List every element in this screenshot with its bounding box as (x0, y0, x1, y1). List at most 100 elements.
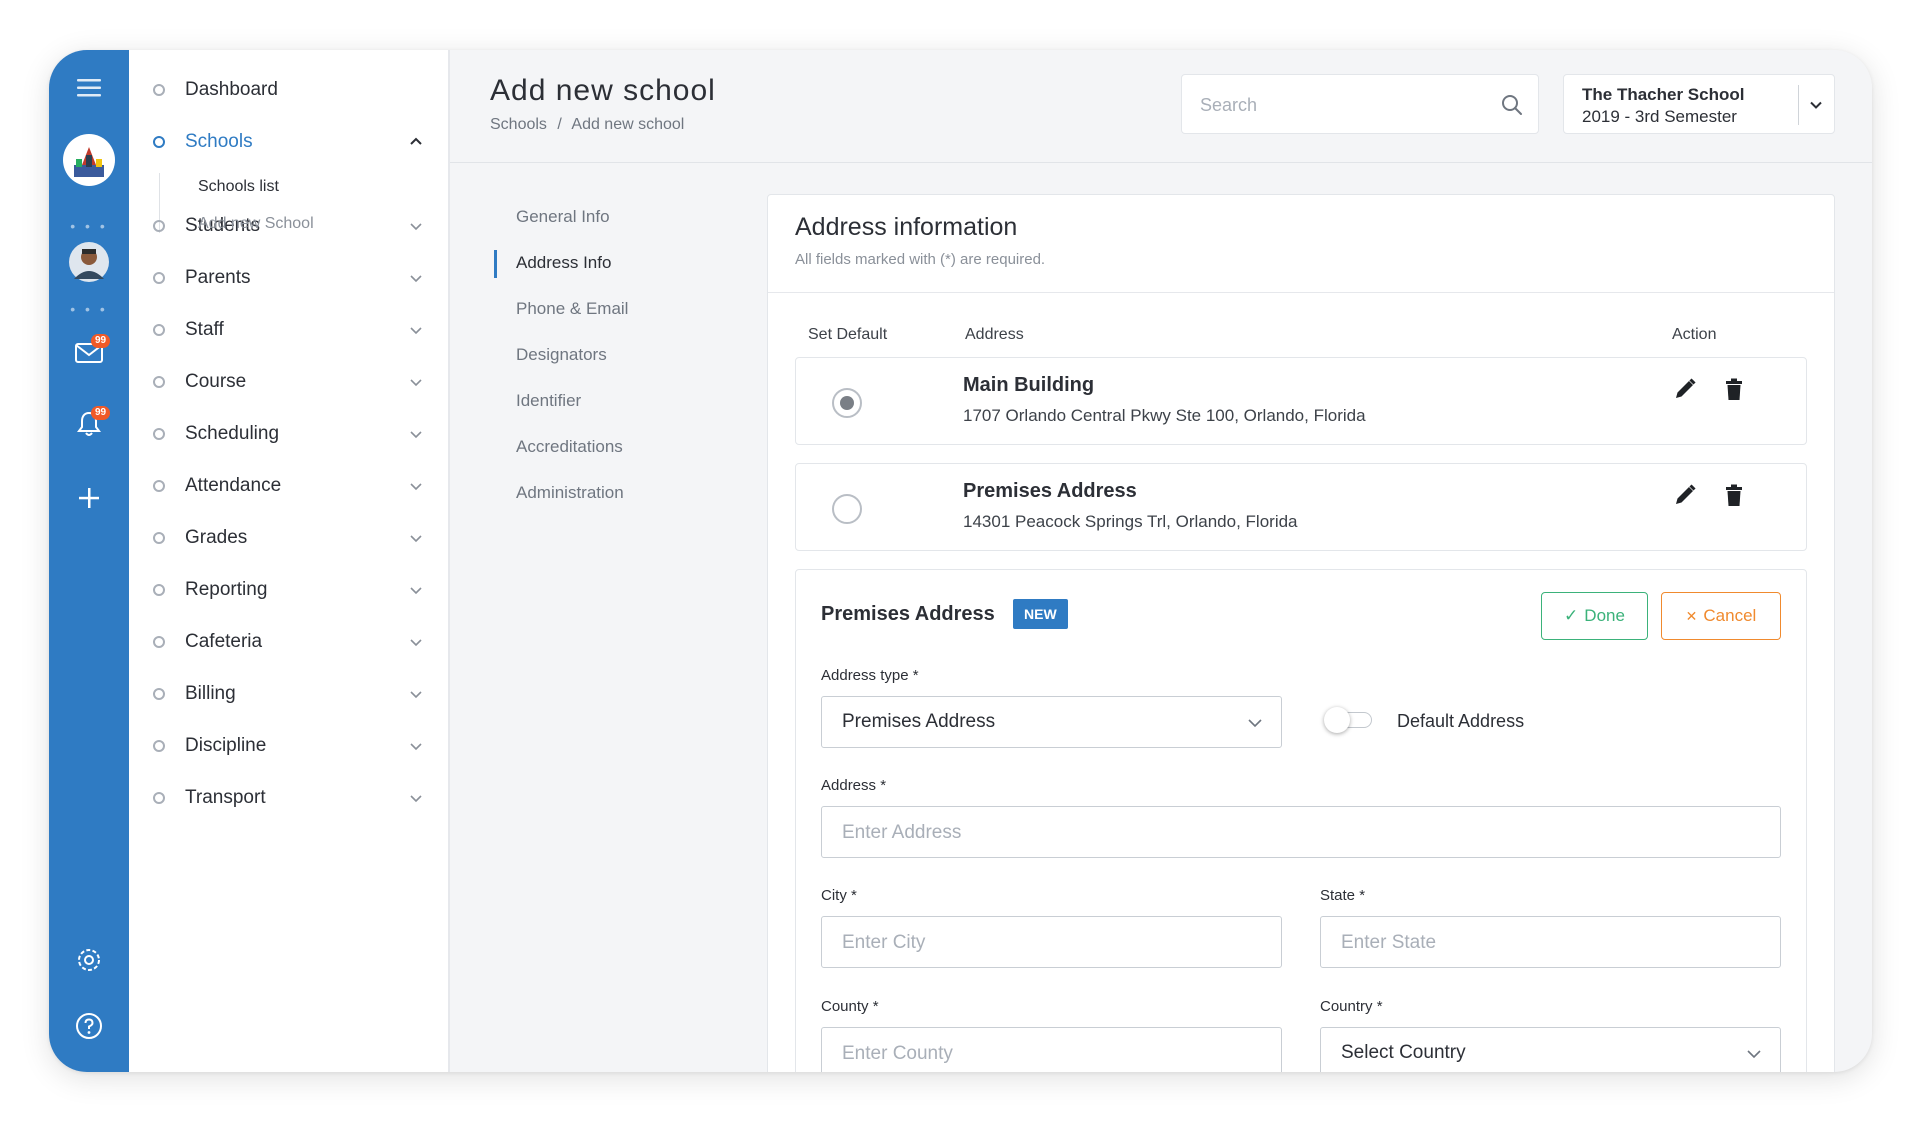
sidebar-item-label: Discipline (185, 735, 267, 756)
menu-icon[interactable] (49, 70, 129, 106)
chevron-down-icon[interactable] (408, 270, 424, 286)
sidebar-item-course[interactable]: Course (129, 362, 450, 402)
sidebar-item-label: Staff (185, 319, 224, 340)
sidebar-item-dashboard[interactable]: Dashboard (129, 70, 450, 110)
page-title: Add new school (490, 74, 716, 107)
nav-bullet-icon (153, 688, 165, 700)
chevron-down-icon[interactable] (408, 634, 424, 650)
sidebar-item-cafeteria[interactable]: Cafeteria (129, 622, 450, 662)
section-nav-item[interactable]: Identifier (516, 391, 581, 411)
address-type-label: Address type * (821, 667, 919, 684)
column-header-set-default: Set Default (808, 326, 888, 343)
section-nav-item[interactable]: Address Info (516, 253, 611, 273)
sidebar-item-attendance[interactable]: Attendance (129, 466, 450, 506)
help-icon[interactable] (49, 1008, 129, 1044)
country-value: Select Country (1341, 1042, 1466, 1063)
sidebar-item-staff[interactable]: Staff (129, 310, 450, 350)
section-nav-item[interactable]: Accreditations (516, 437, 623, 457)
chevron-down-icon[interactable] (408, 582, 424, 598)
section-nav-item[interactable]: Phone & Email (516, 299, 628, 319)
chevron-down-icon[interactable] (408, 374, 424, 390)
sidebar-item-label: Course (185, 371, 247, 392)
state-input[interactable] (1341, 931, 1760, 955)
close-icon: ✕ (1685, 607, 1698, 624)
sidebar-item-schools[interactable]: Schools (129, 122, 450, 162)
county-field (821, 1027, 1282, 1072)
nav-bullet-icon (153, 740, 165, 752)
edit-icon[interactable] (1672, 482, 1698, 508)
section-nav-item[interactable]: Administration (516, 483, 624, 503)
chevron-down-icon[interactable] (408, 322, 424, 338)
toggle-knob (1324, 707, 1350, 733)
sidebar-item-discipline[interactable]: Discipline (129, 726, 450, 766)
nav-bullet-icon (153, 532, 165, 544)
chevron-down-icon[interactable] (408, 426, 424, 442)
nav-bullet-icon (153, 324, 165, 336)
trash-icon[interactable] (1721, 482, 1747, 508)
sidebar-item-reporting[interactable]: Reporting (129, 570, 450, 610)
settings-icon[interactable] (49, 942, 129, 978)
sidebar-item-label: Dashboard (185, 79, 278, 100)
sidebar-item-billing[interactable]: Billing (129, 674, 450, 714)
edit-icon[interactable] (1672, 376, 1698, 402)
address-input[interactable] (842, 821, 1760, 845)
address-type-value: Premises Address (842, 711, 996, 732)
city-label: City * (821, 887, 857, 904)
address-row: Premises Address 14301 Peacock Springs T… (795, 463, 1807, 551)
bell-badge: 99 (91, 406, 111, 420)
submenu-item[interactable]: Schools list (198, 178, 279, 196)
section-nav-item[interactable]: Designators (516, 345, 607, 365)
sidebar-item-scheduling[interactable]: Scheduling (129, 414, 450, 454)
card-divider (768, 292, 1834, 293)
chevron-up-icon[interactable] (408, 134, 424, 150)
bell-icon[interactable]: 99 (49, 406, 129, 442)
done-button[interactable]: ✓ Done (1541, 592, 1648, 640)
default-address-toggle[interactable] (1324, 707, 1376, 733)
search-icon[interactable] (1500, 93, 1524, 122)
city-input[interactable] (842, 931, 1261, 955)
rail-divider: • • • (70, 218, 108, 234)
mail-icon[interactable]: 99 (49, 334, 129, 370)
sidebar-item-label: Transport (185, 787, 266, 808)
chevron-down-icon[interactable] (408, 738, 424, 754)
default-radio[interactable] (832, 494, 862, 524)
sidebar-item-label: Billing (185, 683, 236, 704)
address-type-select[interactable]: Premises Address (821, 696, 1282, 748)
section-nav-item[interactable]: General Info (516, 207, 610, 227)
sidebar-item-grades[interactable]: Grades (129, 518, 450, 558)
nav-bullet-icon (153, 636, 165, 648)
school-avatar[interactable] (49, 132, 129, 188)
nav-bullet-icon (153, 84, 165, 96)
nav-bullet-icon (153, 136, 165, 148)
section-nav-active-indicator (494, 250, 497, 278)
chevron-down-icon[interactable] (408, 478, 424, 494)
submenu-item[interactable]: Add new School (198, 215, 314, 233)
sidebar-item-parents[interactable]: Parents (129, 258, 450, 298)
school-term-select[interactable]: The Thacher School 2019 - 3rd Semester (1563, 74, 1835, 134)
chevron-down-icon[interactable] (408, 790, 424, 806)
state-field (1320, 916, 1781, 968)
breadcrumb-schools[interactable]: Schools (490, 116, 547, 133)
breadcrumb-current: Add new school (571, 116, 685, 133)
chevron-down-icon[interactable] (1808, 97, 1824, 118)
address-label: Address * (821, 777, 887, 794)
trash-icon[interactable] (1721, 376, 1747, 402)
chevron-down-icon[interactable] (408, 530, 424, 546)
default-radio[interactable] (832, 388, 862, 418)
chevron-down-icon[interactable] (408, 686, 424, 702)
county-input[interactable] (842, 1042, 1261, 1066)
search-input[interactable] (1200, 93, 1490, 117)
add-icon[interactable] (49, 480, 129, 516)
chevron-down-icon[interactable] (408, 218, 424, 234)
sidebar-item-transport[interactable]: Transport (129, 778, 450, 818)
user-avatar[interactable] (49, 240, 129, 284)
cancel-button[interactable]: ✕ Cancel (1661, 592, 1781, 640)
school-name: The Thacher School (1582, 85, 1745, 104)
school-term: 2019 - 3rd Semester (1582, 107, 1737, 126)
form-title: Premises Address (821, 603, 995, 625)
country-select[interactable]: Select Country (1320, 1027, 1781, 1072)
search-box (1181, 74, 1539, 134)
check-icon: ✓ (1564, 606, 1579, 625)
sidebar-item-label: Attendance (185, 475, 282, 496)
county-label: County * (821, 998, 879, 1015)
